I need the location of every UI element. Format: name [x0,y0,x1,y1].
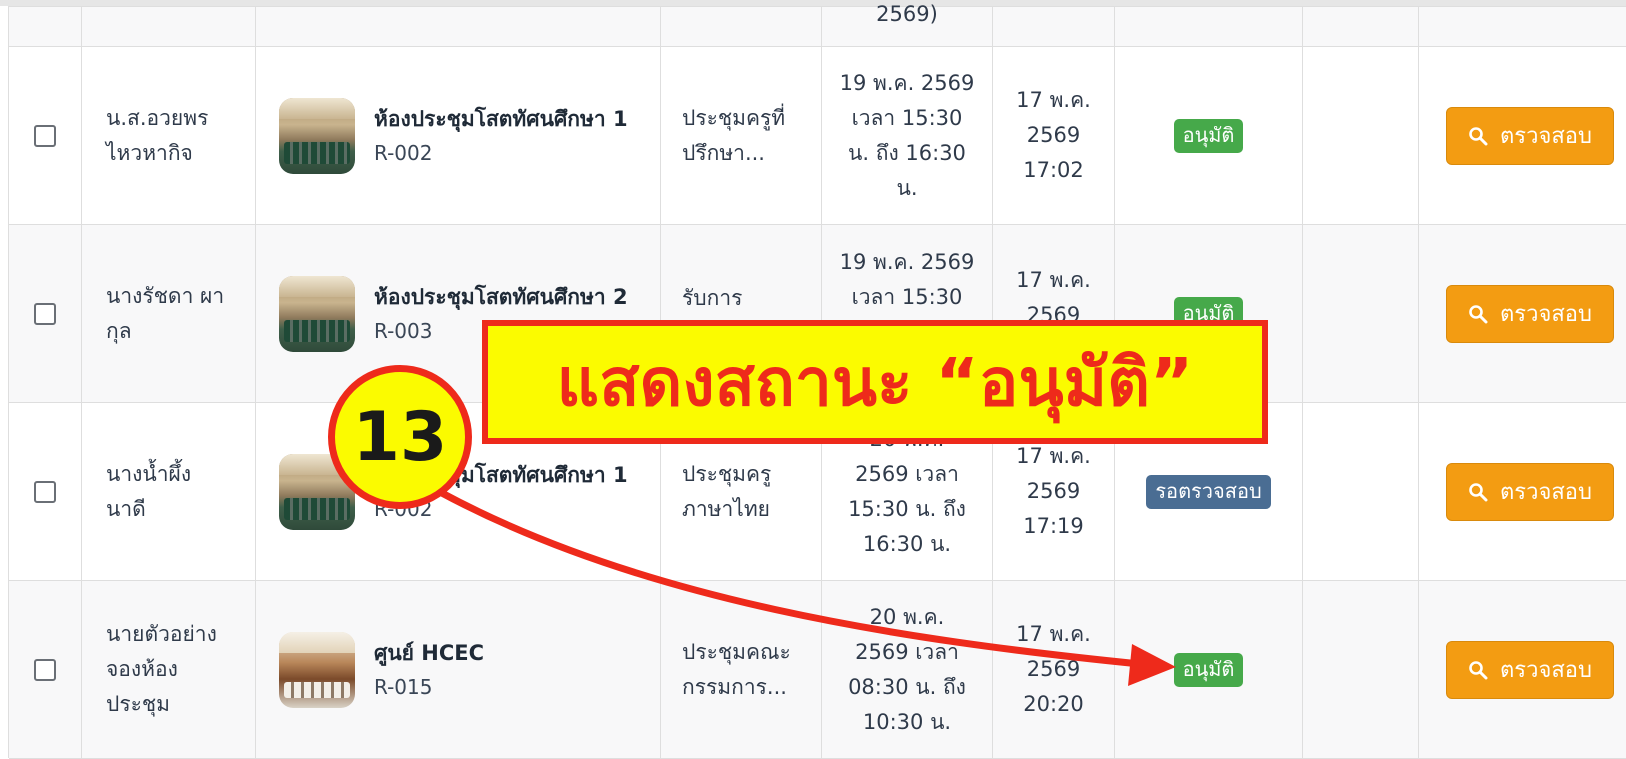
inspect-button[interactable]: ตรวจสอบ [1446,284,1614,343]
booker-name: นางน้ำผึ้ง นาดี [106,461,192,521]
purpose: ประชุมครูที่ ปรึกษา... [682,105,786,165]
purpose: รับการ [682,286,743,310]
inspect-button[interactable]: ตรวจสอบ [1446,106,1614,165]
created-date: 17 พ.ค. 2569 17:02 [1016,88,1091,182]
row-checkbox[interactable] [34,480,56,503]
room-name: ห้องประชุมโสตทัศนศึกษา 1 [374,106,628,131]
booker-name: นายตัวอย่าง จองห้อง ประชุม [106,622,217,716]
room-thumbnail [279,97,355,174]
search-icon [1469,482,1488,501]
table-row: น.ส.อวยพร ไหวหากิจ ห้องประชุมโสตทัศนศึกษ… [9,47,1626,225]
room-thumbnail [279,631,355,708]
room-name: ห้องประชุมโสตทัศนศึกษา 2 [374,284,628,309]
table-row: นางรัชดา ผา กุล ห้องประชุมโสตทัศนศึกษา 2… [9,225,1626,403]
status-badge: รอตรวจสอบ [1146,474,1271,509]
status-badge: อนุมัติ [1173,118,1244,153]
status-badge: อนุมัติ [1173,652,1244,687]
room-code: R-002 [374,140,433,165]
search-icon [1469,660,1488,679]
created-date: 17 พ.ค. 2569 17:19 [1016,444,1091,538]
inspect-button[interactable]: ตรวจสอบ [1446,462,1614,521]
room-code: R-015 [374,674,433,699]
inspect-button[interactable]: ตรวจสอบ [1446,640,1614,699]
room-thumbnail [279,275,355,352]
table-row: นายตัวอย่าง จองห้อง ประชุม ศูนย์ HCEC R-… [9,581,1626,759]
purpose: ประชุมครู ภาษาไทย [682,461,772,521]
room-code: R-003 [374,318,433,343]
created-date: 17 พ.ค. 2569 [1016,268,1091,327]
search-icon [1469,304,1488,323]
table-row: นางน้ำผึ้ง นาดี ห้องประชุมโสตทัศนศึกษา 1… [9,403,1626,581]
room-code: R-002 [374,496,433,521]
row-checkbox[interactable] [34,124,56,147]
room-name: ห้องประชุมโสตทัศนศึกษา 1 [374,462,628,487]
table-row-partial: 2569) [9,2,1626,47]
booker-name: น.ส.อวยพร ไหวหากิจ [106,105,209,165]
created-date: 17 พ.ค. 2569 20:20 [1016,622,1091,716]
booking-table: 2569) น.ส.อวยพร ไหวหากิจ ห้องประชุมโสตทั… [8,2,1626,759]
booking-date: 19 พ.ค. 2569 เวลา 15:30 น. ถึง 16:30 น. [839,70,975,200]
booker-name: นางรัชดา ผา กุล [106,283,225,343]
row-checkbox[interactable] [34,658,56,681]
booking-date: 19 พ.ค. 2569 เวลา 15:30 [839,250,975,309]
booking-date: 20 พ.ค. 2569 เวลา 15:30 น. ถึง 16:30 น. [848,426,966,556]
status-badge: อนุมัติ [1173,296,1244,331]
purpose: ประชุมคณะ กรรมการ... [682,639,791,699]
row-checkbox[interactable] [34,302,56,325]
room-thumbnail [279,453,355,530]
date-tail: 2569) [876,2,938,26]
room-name: ศูนย์ HCEC [374,640,485,665]
booking-date: 20 พ.ค. 2569 เวลา 08:30 น. ถึง 10:30 น. [848,604,966,734]
search-icon [1469,126,1488,145]
